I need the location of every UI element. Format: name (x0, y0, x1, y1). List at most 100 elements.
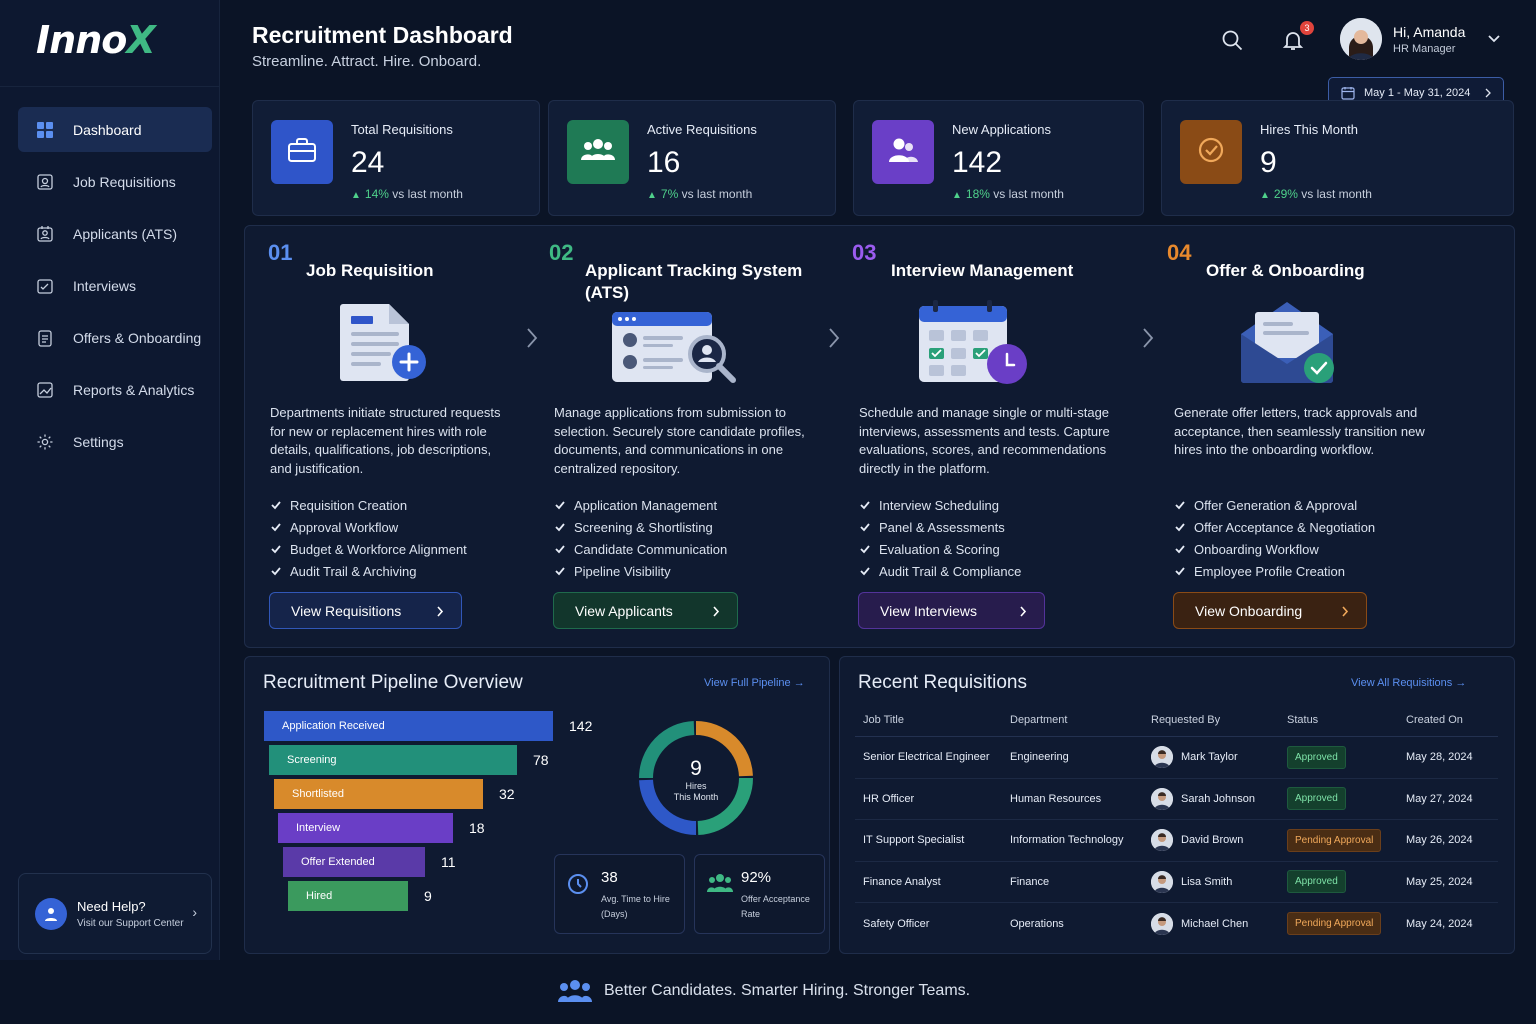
module-number: 01 (268, 240, 293, 265)
requested-by-cell: Mark Taylor (1151, 737, 1238, 778)
stat-icon-box (1180, 120, 1242, 184)
avatar (1151, 746, 1173, 769)
funnel-value: 11 (441, 854, 456, 870)
sidebar-nav: Dashboard Job Requisitions Applicants (A… (18, 107, 212, 471)
help-title: Need Help? (77, 898, 146, 914)
metric-value: 92% (741, 869, 772, 886)
stat-card-active-requisitions[interactable]: Active Requisitions 16 ▲ 7% vs last month (548, 100, 836, 216)
avatar[interactable] (1340, 18, 1382, 60)
funnel-bar[interactable]: Screening (269, 745, 517, 775)
help-card[interactable]: Need Help? Visit our Support Center › (18, 873, 212, 954)
group-icon (581, 138, 615, 167)
page-subtitle: Streamline. Attract. Hire. Onboard. (252, 53, 482, 70)
funnel-bar[interactable]: Hired (288, 881, 408, 911)
module-description: Departments initiate structured requests… (270, 405, 501, 476)
innox-logo[interactable]: InnoX (36, 18, 156, 62)
user-greeting: Hi, Amanda (1393, 24, 1466, 40)
users-icon (888, 137, 918, 168)
sidebar-item-settings[interactable]: Settings (18, 419, 212, 464)
module-interview-management: 03 Interview Management Schedule and man… (831, 226, 1145, 649)
sidebar-item-label: Dashboard (73, 121, 142, 138)
feature-item: Employee Profile Creation (1174, 560, 1375, 582)
section-title: Recruitment Pipeline Overview (263, 672, 523, 693)
grid-icon (36, 121, 54, 139)
view-full-pipeline-link[interactable]: View Full Pipeline → (704, 677, 805, 689)
stat-card-hires-this-month[interactable]: Hires This Month 9 ▲ 29% vs last month (1161, 100, 1514, 216)
feature-item: Interview Scheduling (859, 494, 1021, 516)
process-modules: 01 Job Requisition Departments initiate … (244, 225, 1515, 648)
calendar-icon (1341, 86, 1355, 100)
table-header: Job Title Department Requested By Status… (855, 704, 1498, 737)
status-badge: Approved (1287, 870, 1346, 894)
sidebar-item-offers-onboarding[interactable]: Offers & Onboarding (18, 315, 212, 360)
sidebar-item-reports-analytics[interactable]: Reports & Analytics (18, 367, 212, 412)
table-row[interactable]: Senior Electrical Engineer Engineering Mar… (855, 737, 1498, 779)
module-number: 02 (549, 240, 574, 265)
module-description: Generate offer letters, track approvals … (1174, 405, 1425, 457)
sidebar-item-applicants[interactable]: Applicants (ATS) (18, 211, 212, 256)
stat-card-new-applications[interactable]: New Applications 142 ▲ 18% vs last month (853, 100, 1144, 216)
funnel-value: 78 (533, 752, 549, 768)
view-applicants-button[interactable]: View Applicants (553, 592, 738, 629)
metric-label: Avg. Time to Hire (Days) (601, 894, 670, 919)
department-cell: Human Resources (1010, 792, 1102, 805)
check-icon (1174, 543, 1186, 555)
arrow-right-icon: → (1455, 677, 1467, 689)
table-row[interactable]: Finance Analyst Finance Lisa Smith Approved… (855, 862, 1498, 903)
funnel-bar[interactable]: Interview (278, 813, 453, 843)
table-row[interactable]: IT Support Specialist Information Technol… (855, 820, 1498, 862)
view-interviews-button[interactable]: View Interviews (858, 592, 1045, 629)
sidebar-item-job-requisitions[interactable]: Job Requisitions (18, 159, 212, 204)
clock-icon (567, 873, 589, 900)
created-on-cell: May 28, 2024 (1406, 751, 1473, 764)
status-cell: Approved (1287, 737, 1346, 778)
stat-delta: ▲ 7% vs last month (647, 187, 753, 201)
check-icon (859, 499, 871, 511)
check-icon (270, 565, 282, 577)
check-circle-icon (1196, 135, 1226, 170)
table-row[interactable]: Safety Officer Operations Michael Chen Pend… (855, 903, 1498, 945)
view-requisitions-button[interactable]: View Requisitions (269, 592, 462, 629)
interviews-icon (36, 277, 54, 295)
column-header: Department (1010, 714, 1068, 726)
gear-icon (36, 433, 54, 451)
chart-icon (36, 381, 54, 399)
view-all-requisitions-link[interactable]: View All Requisitions → (1351, 677, 1466, 689)
feature-item: Audit Trail & Compliance (859, 560, 1021, 582)
stat-delta: ▲ 18% vs last month (952, 187, 1064, 201)
job-title-cell: IT Support Specialist (863, 834, 965, 847)
funnel-bar[interactable]: Offer Extended (283, 847, 425, 877)
module-feature-list: Requisition Creation Approval Workflow B… (270, 494, 467, 582)
feature-item: Panel & Assessments (859, 516, 1021, 538)
check-icon (270, 499, 282, 511)
donut-label-2: This Month (673, 792, 719, 802)
sidebar-item-dashboard[interactable]: Dashboard (18, 107, 212, 152)
check-icon (554, 543, 566, 555)
stat-label: Total Requisitions (351, 122, 453, 137)
page-title: Recruitment Dashboard (252, 22, 513, 48)
arrow-up-icon: ▲ (1260, 190, 1270, 201)
created-on-cell: May 24, 2024 (1406, 917, 1473, 930)
applicant-search-icon (609, 298, 736, 393)
stat-label: Active Requisitions (647, 122, 757, 137)
view-onboarding-button[interactable]: View Onboarding (1173, 592, 1367, 629)
sidebar-item-interviews[interactable]: Interviews (18, 263, 212, 308)
table-row[interactable]: HR Officer Human Resources Sarah Johnson Ap… (855, 779, 1498, 820)
stat-card-total-requisitions[interactable]: Total Requisitions 24 ▲ 14% vs last month (252, 100, 540, 216)
check-icon (270, 521, 282, 533)
chevron-down-icon[interactable] (1486, 30, 1502, 46)
status-cell: Approved (1287, 779, 1346, 820)
funnel-bar[interactable]: Application Received (264, 711, 553, 741)
recent-requisitions-panel: Recent Requisitions View All Requisition… (839, 656, 1515, 954)
requested-by-cell: Lisa Smith (1151, 862, 1232, 903)
check-icon (859, 521, 871, 533)
arrow-up-icon: ▲ (351, 190, 361, 201)
search-icon[interactable] (1220, 28, 1244, 52)
funnel-bar[interactable]: Shortlisted (274, 779, 483, 809)
sidebar-item-label: Interviews (73, 277, 137, 294)
status-badge: Approved (1287, 745, 1346, 769)
footer-tagline: Better Candidates. Smarter Hiring. Stron… (558, 980, 970, 1002)
check-icon (554, 499, 566, 511)
section-title: Recent Requisitions (858, 672, 1027, 693)
status-badge: Pending Approval (1287, 828, 1382, 852)
